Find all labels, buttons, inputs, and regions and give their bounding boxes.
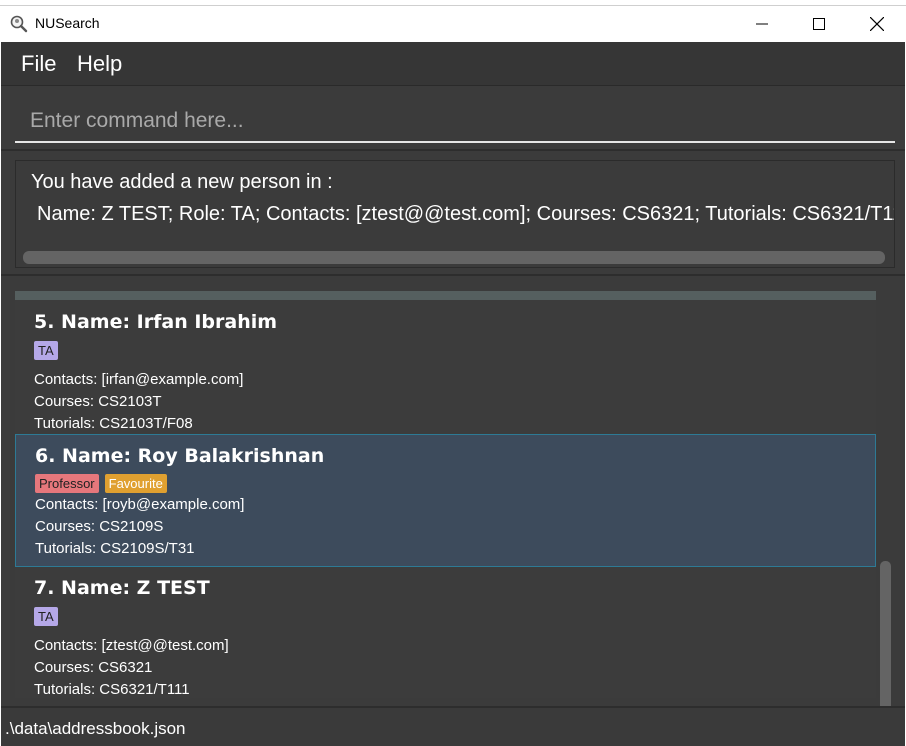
person-contacts: Contacts: [ztest@@test.com]	[34, 637, 229, 654]
maximize-icon	[813, 18, 825, 30]
person-courses: Courses: CS6321	[34, 659, 153, 676]
minimize-icon	[756, 23, 768, 25]
tag-list: TA	[34, 607, 58, 626]
tag-list: TA	[34, 341, 58, 360]
tag-professor: Professor	[35, 474, 99, 493]
person-card[interactable]: 5. Name: Irfan Ibrahim TA Contacts: [irf…	[15, 301, 876, 433]
status-bar: .\data\addressbook.json	[1, 706, 905, 746]
title-bar: NUSearch	[0, 5, 906, 42]
close-icon	[870, 17, 884, 31]
result-display-area: You have added a new person in : Name: Z…	[1, 153, 905, 276]
magnifier-icon	[10, 15, 28, 33]
person-courses: Courses: CS2103T	[34, 393, 162, 410]
tag-list: Professor Favourite	[35, 474, 167, 493]
result-display: You have added a new person in : Name: Z…	[15, 160, 895, 268]
vertical-scrollbar[interactable]	[880, 561, 891, 729]
tag-favourite: Favourite	[104, 474, 167, 493]
save-location: .\data\addressbook.json	[5, 719, 186, 738]
close-button[interactable]	[848, 6, 906, 42]
person-tutorials: Tutorials: CS6321/T111	[34, 681, 190, 698]
menu-bar: File Help	[1, 42, 905, 86]
tag-ta: TA	[34, 341, 58, 360]
command-input[interactable]	[15, 101, 895, 143]
app-main: File Help You have added a new person in…	[1, 42, 905, 746]
person-contacts: Contacts: [irfan@example.com]	[34, 371, 244, 388]
menu-help[interactable]: Help	[77, 51, 122, 77]
horizontal-scrollbar[interactable]	[23, 251, 885, 264]
command-box-area	[1, 87, 905, 151]
person-name: 5. Name: Irfan Ibrahim	[34, 311, 278, 333]
result-line-2: Name: Z TEST; Role: TA; Contacts: [ztest…	[37, 203, 895, 225]
person-card-selected[interactable]: 6. Name: Roy Balakrishnan Professor Favo…	[15, 434, 876, 567]
window-title: NUSearch	[35, 15, 100, 31]
maximize-button[interactable]	[790, 6, 848, 42]
person-courses: Courses: CS2109S	[35, 518, 164, 535]
result-line-1: You have added a new person in :	[31, 171, 333, 193]
menu-file[interactable]: File	[21, 51, 56, 77]
person-tutorials: Tutorials: CS2109S/T31	[35, 540, 195, 557]
person-name: 6. Name: Roy Balakrishnan	[35, 445, 325, 467]
person-tutorials: Tutorials: CS2103T/F08	[34, 415, 193, 432]
tag-ta: TA	[34, 607, 58, 626]
person-card[interactable]: 7. Name: Z TEST TA Contacts: [ztest@@tes…	[15, 567, 876, 698]
person-contacts: Contacts: [royb@example.com]	[35, 496, 245, 513]
person-name: 7. Name: Z TEST	[34, 577, 210, 599]
minimize-button[interactable]	[733, 6, 791, 42]
list-header-strip	[15, 291, 876, 300]
person-list-area: 5. Name: Irfan Ibrahim TA Contacts: [irf…	[1, 278, 905, 729]
person-list: 5. Name: Irfan Ibrahim TA Contacts: [irf…	[15, 291, 876, 698]
